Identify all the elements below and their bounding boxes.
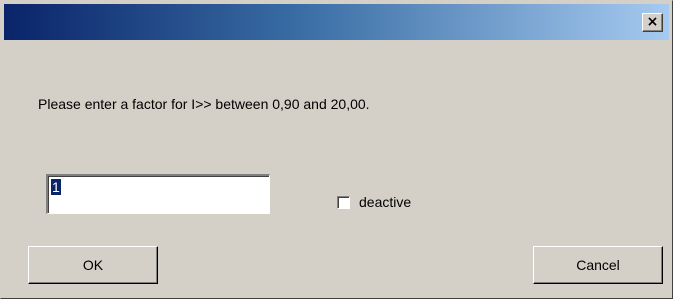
- deactive-option[interactable]: deactive: [337, 194, 411, 210]
- factor-input-value: 1: [51, 179, 61, 195]
- deactive-checkbox[interactable]: [337, 195, 350, 209]
- dialog-window: × Please enter a factor for I>> between …: [0, 0, 673, 299]
- close-icon: ×: [646, 14, 659, 30]
- deactive-label[interactable]: deactive: [359, 194, 411, 210]
- ok-button[interactable]: OK: [28, 246, 158, 284]
- factor-input[interactable]: 1: [46, 174, 270, 214]
- close-button[interactable]: ×: [642, 13, 663, 32]
- title-bar[interactable]: ×: [4, 4, 669, 40]
- cancel-button[interactable]: Cancel: [533, 246, 663, 284]
- prompt-text: Please enter a factor for I>> between 0,…: [38, 96, 370, 112]
